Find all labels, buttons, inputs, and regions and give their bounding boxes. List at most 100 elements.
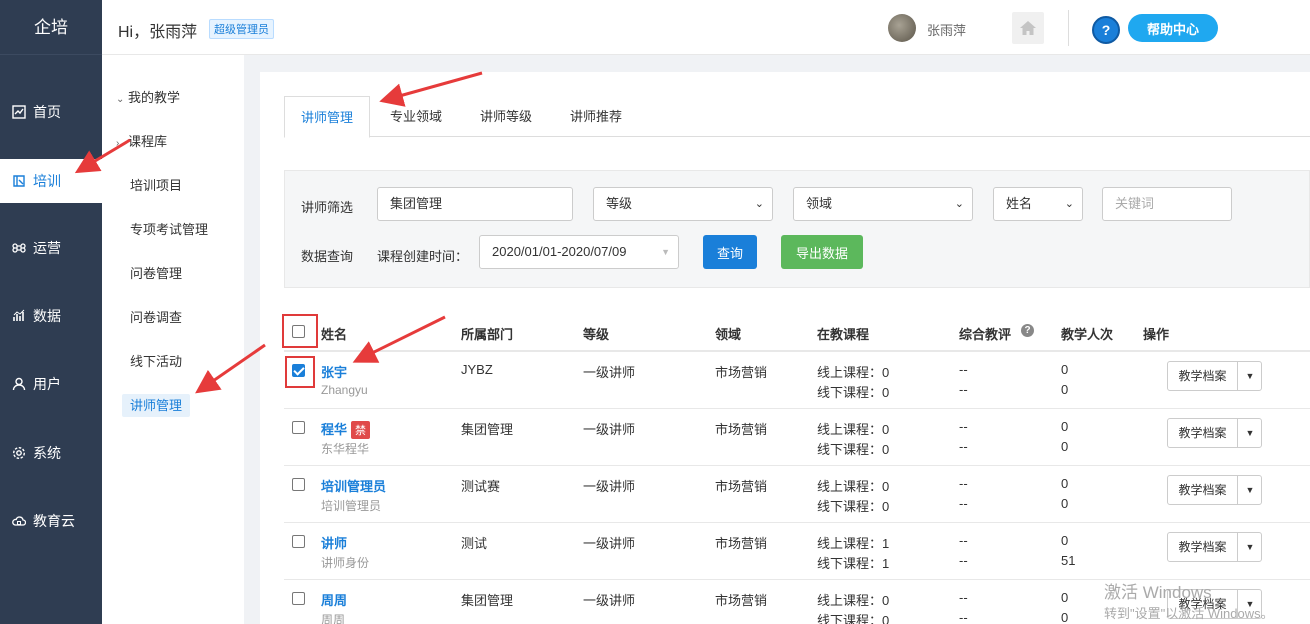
sidebar-item-data[interactable]: 数据	[0, 294, 102, 338]
sidebar-item-label: 用户	[33, 376, 61, 392]
question-icon: ?	[1092, 16, 1120, 44]
user-icon	[11, 376, 27, 392]
evaluation-cell: --	[959, 533, 968, 548]
cloud-icon	[11, 513, 27, 529]
department-select[interactable]: 集团管理	[377, 187, 573, 221]
row-checkbox[interactable]	[292, 478, 305, 491]
avatar[interactable]	[888, 14, 916, 42]
date-label: 课程创建时间：	[377, 249, 469, 264]
field-select[interactable]: 领域 ⌄	[793, 187, 973, 221]
question-icon[interactable]: ?	[1021, 324, 1034, 337]
chevron-right-icon: ›	[116, 138, 120, 149]
evaluation-cell: --	[959, 362, 968, 377]
tab-lecturer-level[interactable]: 讲师等级	[464, 96, 548, 137]
sidebar-item-training[interactable]: 培训	[0, 159, 102, 203]
row-checkbox[interactable]	[292, 535, 305, 548]
teaching-file-button[interactable]: 教学档案	[1168, 362, 1238, 390]
help-center-button[interactable]: 帮助中心	[1128, 14, 1218, 42]
caret-down-icon[interactable]: ▼	[1238, 476, 1262, 504]
export-button[interactable]: 导出数据	[781, 235, 863, 269]
sidebar-item-home[interactable]: 首页	[0, 90, 102, 134]
offline-courses: 线下课程：0	[817, 613, 890, 624]
level-select[interactable]: 等级 ⌄	[593, 187, 773, 221]
tab-bar: 讲师管理 专业领域 讲师等级 讲师推荐	[284, 96, 1310, 138]
tab-professional-field[interactable]: 专业领域	[374, 96, 458, 137]
teaching-count: 0	[1061, 362, 1069, 377]
teaching-file-button[interactable]: 教学档案	[1168, 476, 1238, 504]
chevron-down-icon: ⌄	[954, 198, 964, 210]
online-courses: 线上课程：0	[817, 479, 890, 494]
submenu-group-my-teaching[interactable]: ⌄ 我的教学	[102, 84, 244, 112]
user-name[interactable]: 张雨萍	[927, 20, 966, 39]
submenu-item-questionnaire-survey[interactable]: 问卷调查	[102, 304, 244, 332]
lecturer-name-link[interactable]: 张宇	[321, 365, 347, 380]
lecturer-name-link[interactable]: 讲师	[321, 536, 347, 551]
table-header: 姓名 所属部门 等级 领域 在教课程 综合教评 ? 教学人次 操作	[284, 312, 1310, 352]
online-courses: 线上课程：0	[817, 422, 890, 437]
lecturer-sub-name: 培训管理员	[321, 499, 382, 513]
col-courses: 在教课程	[817, 327, 870, 342]
sidebar-item-users[interactable]: 用户	[0, 362, 102, 406]
caret-down-icon[interactable]: ▼	[1238, 533, 1262, 561]
department-cell: 集团管理	[461, 422, 514, 437]
banned-badge: 禁	[351, 421, 371, 439]
query-label: 数据查询	[301, 249, 354, 264]
online-courses: 线上课程：0	[817, 365, 890, 380]
tab-lecturer-recommend[interactable]: 讲师推荐	[554, 96, 638, 137]
sub-menu: ⌄ 我的教学 › 课程库 培训项目 专项考试管理 问卷管理 问卷调查 线下活动 讲师…	[102, 55, 244, 624]
evaluation-cell: --	[959, 476, 968, 491]
online-courses: 线上课程：1	[817, 536, 890, 551]
level-cell: 一级讲师	[583, 365, 636, 380]
teaching-file-button[interactable]: 教学档案	[1168, 533, 1238, 561]
evaluation-cell: --	[959, 439, 968, 454]
annotation-box-row-checkbox	[285, 356, 315, 388]
tab-lecturer-management[interactable]: 讲师管理	[284, 96, 371, 138]
teaching-count: 0	[1061, 419, 1069, 434]
query-button[interactable]: 查询	[703, 235, 757, 269]
col-evaluation: 综合教评	[959, 327, 1012, 342]
teaching-file-button[interactable]: 教学档案	[1168, 419, 1238, 447]
row-checkbox[interactable]	[292, 421, 305, 434]
lecturer-name-link[interactable]: 程华	[321, 422, 347, 437]
department-cell: 测试	[461, 536, 488, 551]
submenu-item-questionnaire-management[interactable]: 问卷管理	[102, 260, 244, 288]
sidebar-item-operations[interactable]: 运营	[0, 226, 102, 270]
field-cell: 市场营销	[715, 536, 768, 551]
lecturer-name-link[interactable]: 周周	[321, 593, 347, 608]
submenu-group-course-library[interactable]: › 课程库	[102, 128, 244, 156]
header-divider	[1068, 10, 1069, 46]
level-cell: 一级讲师	[583, 593, 636, 608]
teaching-count: 0	[1061, 496, 1069, 511]
name-type-select[interactable]: 姓名 ⌄	[993, 187, 1083, 221]
home-button[interactable]	[1012, 12, 1044, 44]
keyword-input[interactable]: 关键词	[1102, 187, 1232, 221]
submenu-item-exam-management[interactable]: 专项考试管理	[102, 216, 244, 244]
sidebar-item-label: 培训	[33, 173, 61, 189]
offline-courses: 线下课程：0	[817, 442, 890, 457]
chart-icon	[11, 104, 27, 120]
level-select-value: 等级	[606, 196, 633, 211]
teaching-file-button-group: 教学档案 ▼	[1167, 475, 1262, 505]
caret-down-icon[interactable]: ▼	[1238, 362, 1262, 390]
submenu-item-lecturer-management[interactable]: 讲师管理	[102, 392, 244, 420]
lecturer-name-link[interactable]: 培训管理员	[321, 479, 386, 494]
row-checkbox[interactable]	[292, 592, 305, 605]
submenu-item-offline-activity[interactable]: 线下活动	[102, 348, 244, 376]
book-icon	[11, 173, 27, 189]
sidebar-item-label: 系统	[33, 445, 61, 461]
offline-courses: 线下课程：0	[817, 385, 890, 400]
sidebar-item-label: 数据	[33, 308, 61, 324]
teaching-count: 0	[1061, 533, 1069, 548]
role-badge: 超级管理员	[209, 19, 274, 39]
teaching-file-button-group: 教学档案 ▼	[1167, 418, 1262, 448]
sidebar-item-system[interactable]: 系统	[0, 431, 102, 475]
department-cell: JYBZ	[461, 362, 493, 377]
caret-down-icon[interactable]: ▼	[1238, 419, 1262, 447]
field-select-value: 领域	[806, 196, 833, 211]
date-range-picker[interactable]: 2020/01/01-2020/07/09 ▼	[479, 235, 679, 269]
sidebar-item-edu-cloud[interactable]: 教育云	[0, 499, 102, 543]
top-header: Hi，张雨萍 超级管理员 张雨萍 ? 帮助中心	[102, 0, 1310, 55]
lecturer-sub-name: 东华程华	[321, 442, 370, 456]
submenu-label: 问卷管理	[130, 266, 183, 281]
submenu-item-training-project[interactable]: 培训项目	[102, 172, 244, 200]
